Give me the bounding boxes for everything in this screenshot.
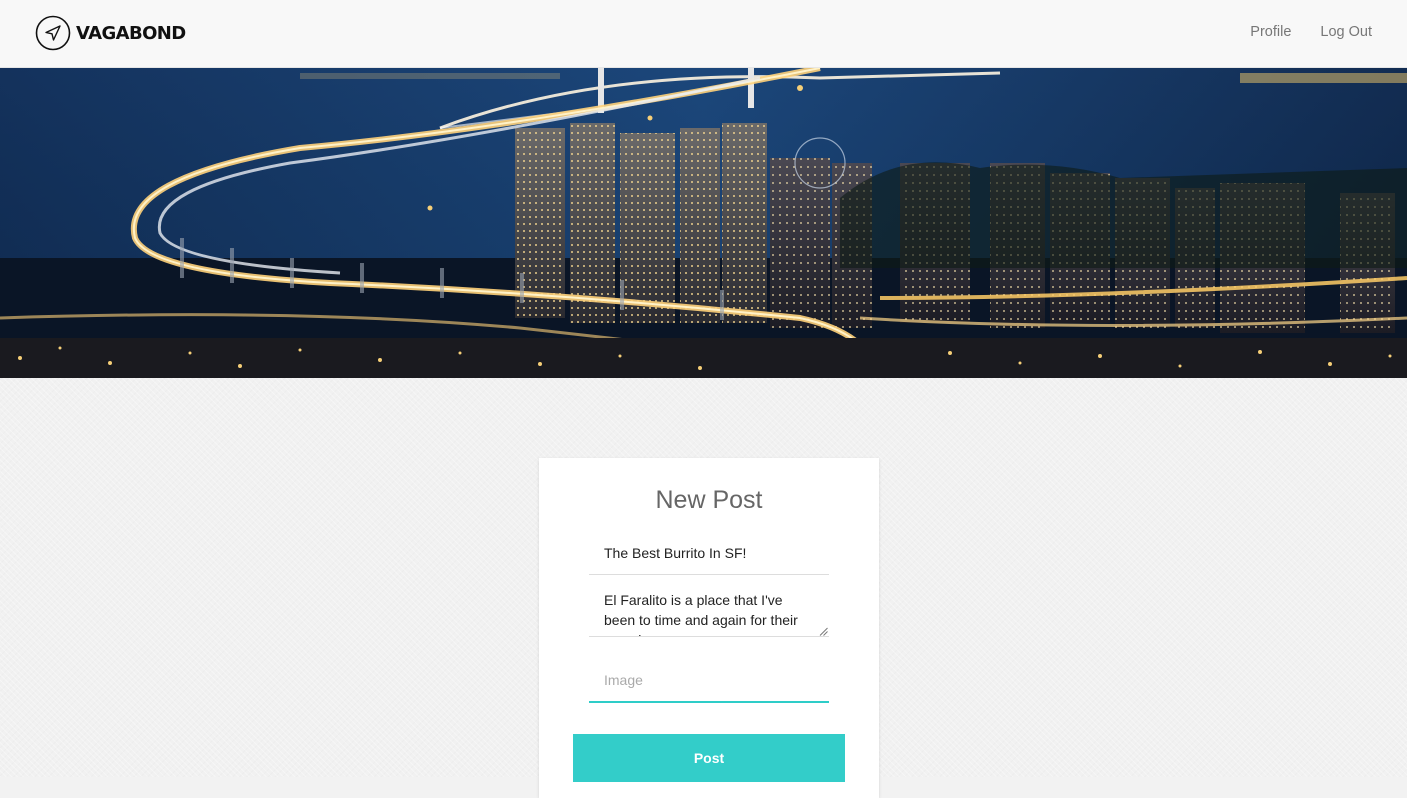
- brand-name: VAGABOND: [76, 22, 186, 44]
- form-title: New Post: [655, 486, 763, 514]
- compass-arrow-icon: [35, 15, 71, 51]
- new-post-form: New Post El Faralito is a place that I'v…: [539, 458, 879, 798]
- city-night-bridge-image: [0, 68, 1407, 378]
- image-url-input[interactable]: [589, 658, 829, 703]
- post-button[interactable]: Post: [573, 734, 845, 782]
- hero-banner-image: [0, 68, 1407, 378]
- nav-link-profile[interactable]: Profile: [1250, 24, 1291, 40]
- post-title-input[interactable]: [589, 531, 829, 575]
- resize-handle-icon[interactable]: [819, 627, 828, 636]
- post-body-textarea[interactable]: El Faralito is a place that I've been to…: [589, 586, 829, 637]
- nav-link-logout[interactable]: Log Out: [1320, 24, 1372, 40]
- nav-links: Profile Log Out: [1250, 24, 1372, 40]
- navbar: VAGABOND Profile Log Out: [0, 0, 1407, 68]
- brand-link[interactable]: VAGABOND: [35, 13, 186, 53]
